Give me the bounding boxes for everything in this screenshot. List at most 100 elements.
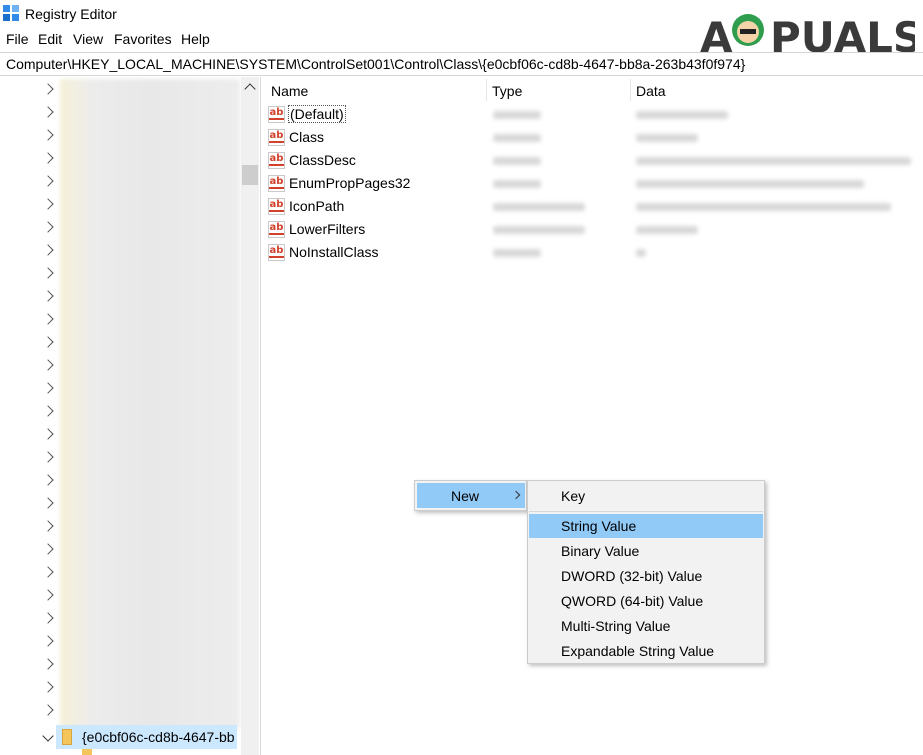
- column-type[interactable]: Type: [492, 83, 522, 99]
- blurred-type: [493, 180, 541, 188]
- blurred-data: [636, 249, 646, 257]
- tree-selected-key[interactable]: {e0cbf06c-cd8b-4647-bb: [56, 725, 237, 749]
- chevron-right-icon[interactable]: [42, 589, 54, 601]
- chevron-right-icon[interactable]: [42, 106, 54, 118]
- value-name: Class: [289, 129, 325, 145]
- value-row[interactable]: ab Class: [268, 127, 868, 149]
- chevron-right-icon[interactable]: [42, 704, 54, 716]
- submenu-multi-string-value[interactable]: Multi-String Value: [529, 614, 763, 638]
- chevron-right-icon[interactable]: [42, 474, 54, 486]
- chevron-right-icon[interactable]: [42, 566, 54, 578]
- value-row[interactable]: ab NoInstallClass: [268, 242, 868, 264]
- scroll-up-icon[interactable]: [244, 83, 256, 95]
- submenu-label: DWORD (32-bit) Value: [561, 568, 703, 584]
- chevron-right-icon[interactable]: [42, 428, 54, 440]
- string-value-icon: ab: [268, 244, 285, 261]
- value-name: LowerFilters: [289, 221, 366, 237]
- menu-file[interactable]: File: [6, 31, 29, 47]
- new-submenu: Key String Value Binary Value DWORD (32-…: [527, 480, 765, 664]
- chevron-right-icon[interactable]: [42, 359, 54, 371]
- selected-key-label: {e0cbf06c-cd8b-4647-bb: [82, 729, 235, 745]
- column-data[interactable]: Data: [636, 83, 666, 99]
- string-value-icon: ab: [268, 152, 285, 169]
- chevron-right-icon[interactable]: [42, 221, 54, 233]
- context-menu: New: [414, 480, 527, 511]
- chevron-right-icon[interactable]: [42, 152, 54, 164]
- scroll-thumb[interactable]: [242, 165, 258, 185]
- blurred-data: [636, 203, 891, 211]
- submenu-label: Expandable String Value: [561, 643, 715, 659]
- submenu-binary-value[interactable]: Binary Value: [529, 539, 763, 563]
- blurred-tree-keys: [60, 79, 240, 729]
- value-name: IconPath: [289, 198, 345, 214]
- value-row[interactable]: ab IconPath: [268, 196, 891, 218]
- blurred-type: [493, 203, 585, 211]
- value-name: EnumPropPages32: [289, 175, 411, 191]
- chevron-right-icon[interactable]: [42, 497, 54, 509]
- chevron-right-icon[interactable]: [42, 658, 54, 670]
- menu-edit[interactable]: Edit: [38, 31, 62, 47]
- value-row[interactable]: ab LowerFilters: [268, 219, 868, 241]
- key-tree-pane[interactable]: {e0cbf06c-cd8b-4647-bb: [0, 77, 261, 755]
- submenu-label: String Value: [561, 518, 637, 534]
- address-path[interactable]: Computer\HKEY_LOCAL_MACHINE\SYSTEM\Contr…: [6, 56, 745, 72]
- chevron-right-icon: [511, 490, 521, 500]
- string-value-icon: ab: [268, 198, 285, 215]
- registry-editor-icon: [3, 5, 19, 21]
- value-row[interactable]: ab ClassDesc: [268, 150, 911, 172]
- column-name[interactable]: Name: [271, 83, 308, 99]
- chevron-right-icon[interactable]: [42, 198, 54, 210]
- new-label: New: [451, 488, 480, 504]
- chevron-right-icon[interactable]: [42, 405, 54, 417]
- value-name: NoInstallClass: [289, 244, 379, 260]
- submenu-dword-value[interactable]: DWORD (32-bit) Value: [529, 564, 763, 588]
- blurred-data: [636, 134, 698, 142]
- chevron-right-icon[interactable]: [42, 83, 54, 95]
- submenu-qword-value[interactable]: QWORD (64-bit) Value: [529, 589, 763, 613]
- column-divider[interactable]: [486, 79, 487, 101]
- chevron-right-icon[interactable]: [42, 635, 54, 647]
- column-divider[interactable]: [630, 79, 631, 101]
- blurred-type: [493, 157, 541, 165]
- chevron-right-icon[interactable]: [42, 244, 54, 256]
- submenu-string-value[interactable]: String Value: [529, 514, 763, 538]
- tree-scrollbar[interactable]: [241, 77, 259, 755]
- context-menu-new[interactable]: New: [417, 483, 525, 508]
- submenu-expandable-string-value[interactable]: Expandable String Value: [529, 639, 763, 663]
- submenu-label: Key: [561, 488, 586, 504]
- chevron-right-icon[interactable]: [42, 543, 54, 555]
- submenu-label: QWORD (64-bit) Value: [561, 593, 704, 609]
- menu-favorites[interactable]: Favorites: [114, 31, 172, 47]
- blurred-data: [636, 157, 911, 165]
- string-value-icon: ab: [268, 175, 285, 192]
- blurred-data: [636, 111, 728, 119]
- submenu-key[interactable]: Key: [529, 484, 763, 508]
- chevron-right-icon[interactable]: [42, 612, 54, 624]
- chevron-right-icon[interactable]: [42, 451, 54, 463]
- chevron-right-icon[interactable]: [42, 129, 54, 141]
- string-value-icon: ab: [268, 221, 285, 238]
- blurred-type: [493, 249, 541, 257]
- value-row[interactable]: ab EnumPropPages32: [268, 173, 868, 195]
- chevron-right-icon[interactable]: [42, 520, 54, 532]
- child-folder-icon: [82, 749, 92, 755]
- value-name: ClassDesc: [289, 152, 356, 168]
- blurred-type: [493, 134, 541, 142]
- chevron-right-icon[interactable]: [42, 175, 54, 187]
- chevron-right-icon[interactable]: [42, 382, 54, 394]
- tree-expanders: [40, 77, 60, 755]
- chevron-right-icon[interactable]: [42, 336, 54, 348]
- address-bar[interactable]: Computer\HKEY_LOCAL_MACHINE\SYSTEM\Contr…: [0, 52, 923, 76]
- string-value-icon: ab: [268, 129, 285, 146]
- submenu-label: Multi-String Value: [561, 618, 671, 634]
- value-name: (Default): [288, 105, 346, 123]
- menu-view[interactable]: View: [73, 31, 103, 47]
- chevron-right-icon[interactable]: [42, 290, 54, 302]
- value-row[interactable]: ab (Default): [268, 104, 868, 126]
- chevron-right-icon[interactable]: [42, 681, 54, 693]
- submenu-label: Binary Value: [561, 543, 640, 559]
- blurred-type: [493, 111, 541, 119]
- menu-help[interactable]: Help: [181, 31, 210, 47]
- chevron-right-icon[interactable]: [42, 267, 54, 279]
- chevron-right-icon[interactable]: [42, 313, 54, 325]
